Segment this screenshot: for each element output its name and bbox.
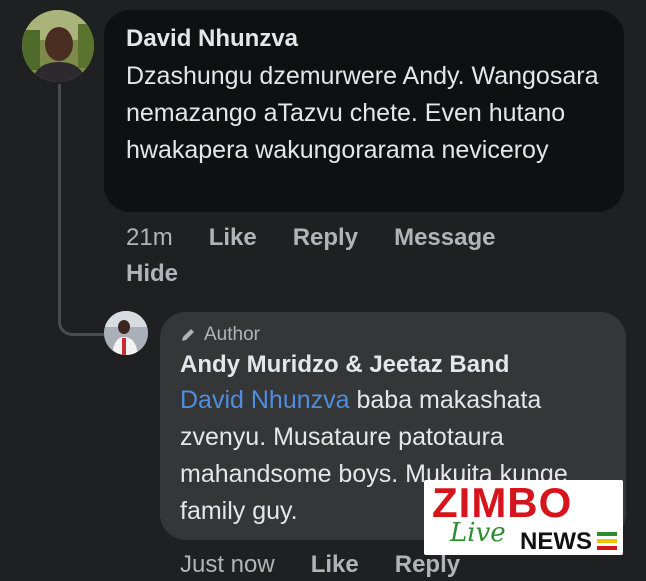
comment-author[interactable]: David Nhunzva <box>126 24 602 54</box>
zimbo-news-watermark: ZIMBO Live NEWS <box>424 480 623 555</box>
mention-link[interactable]: David Nhunzva <box>180 386 350 414</box>
reply-thread-line <box>58 84 104 336</box>
like-button[interactable]: Like <box>311 551 359 579</box>
reply-actions: Just now Like Reply <box>180 551 460 579</box>
pencil-icon <box>182 329 194 341</box>
comment-text: Dzashungu dzemurwere Andy. Wangosara nem… <box>126 62 599 164</box>
author-badge-label: Author <box>204 324 260 345</box>
comment-actions: 21m Like Reply Message Hide <box>126 224 495 287</box>
profile-photo <box>22 10 94 82</box>
flag-bars-icon <box>597 532 617 553</box>
reply-button[interactable]: Reply <box>293 224 358 252</box>
avatar[interactable] <box>22 10 94 82</box>
avatar[interactable] <box>104 311 148 355</box>
profile-photo <box>104 311 148 355</box>
comment-bubble: David Nhunzva Dzashungu dzemurwere Andy.… <box>104 10 624 212</box>
hide-button[interactable]: Hide <box>126 260 178 288</box>
comment-timestamp[interactable]: Just now <box>180 551 275 579</box>
like-button[interactable]: Like <box>209 224 257 252</box>
watermark-tagline: Live <box>450 518 506 548</box>
comment-timestamp[interactable]: 21m <box>126 224 173 252</box>
reply-button[interactable]: Reply <box>395 551 460 579</box>
author-badge: Author <box>180 324 606 346</box>
message-button[interactable]: Message <box>394 224 495 252</box>
comment-author[interactable]: Andy Muridzo & Jeetaz Band <box>180 350 606 380</box>
watermark-suffix: NEWS <box>520 528 592 555</box>
